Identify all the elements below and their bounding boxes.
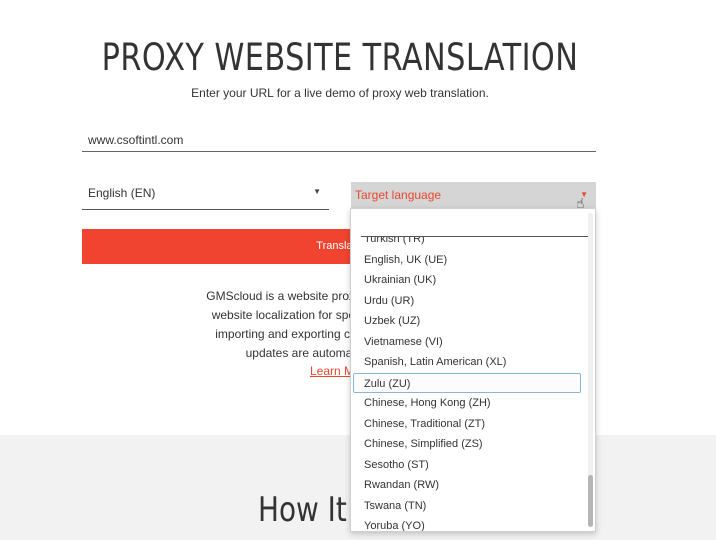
language-option[interactable]: Uzbek (UZ) <box>351 311 591 332</box>
language-option[interactable]: English, UK (UE) <box>351 250 591 271</box>
language-option[interactable]: Spanish, Latin American (XL) <box>351 352 591 373</box>
target-language-select[interactable]: Target language ▼ <box>351 182 596 210</box>
language-options-list[interactable]: Turkish (TR) English, UK (UE) Ukrainian (U… <box>351 229 591 531</box>
language-search-input[interactable] <box>361 215 591 237</box>
url-input[interactable] <box>82 128 596 152</box>
language-option[interactable]: Chinese, Simplified (ZS) <box>351 434 591 455</box>
language-option[interactable]: Sesotho (ST) <box>351 455 591 476</box>
language-dropdown[interactable]: Turkish (TR) English, UK (UE) Ukrainian (U… <box>350 208 596 532</box>
page-subtitle: Enter your URL for a live demo of proxy … <box>191 86 489 100</box>
language-option[interactable]: Chinese, Hong Kong (ZH) <box>351 393 591 414</box>
language-option[interactable]: Rwandan (RW) <box>351 475 591 496</box>
language-option[interactable]: Ukrainian (UK) <box>351 270 591 291</box>
language-option[interactable]: Chinese, Traditional (ZT) <box>351 414 591 435</box>
target-language-placeholder: Target language <box>355 188 442 202</box>
language-option[interactable]: Vietnamese (VI) <box>351 332 591 353</box>
source-language-value: English (EN) <box>88 186 156 200</box>
language-option[interactable]: Zulu (ZU) <box>353 372 581 393</box>
caret-down-icon: ▼ <box>313 187 321 196</box>
hand-cursor-icon: ☝ <box>576 195 585 211</box>
page-title: PROXY WEBSITE TRANSLATION <box>101 36 579 79</box>
language-option[interactable]: Urdu (UR) <box>351 291 591 312</box>
language-option[interactable]: Tswana (TN) <box>351 496 591 517</box>
dropdown-scrollbar-thumb[interactable] <box>588 475 593 527</box>
language-option[interactable]: Yoruba (YO) <box>351 516 591 531</box>
source-language-select[interactable]: English (EN) ▼ <box>82 184 329 210</box>
learn-more-link[interactable]: Learn M <box>310 364 354 378</box>
